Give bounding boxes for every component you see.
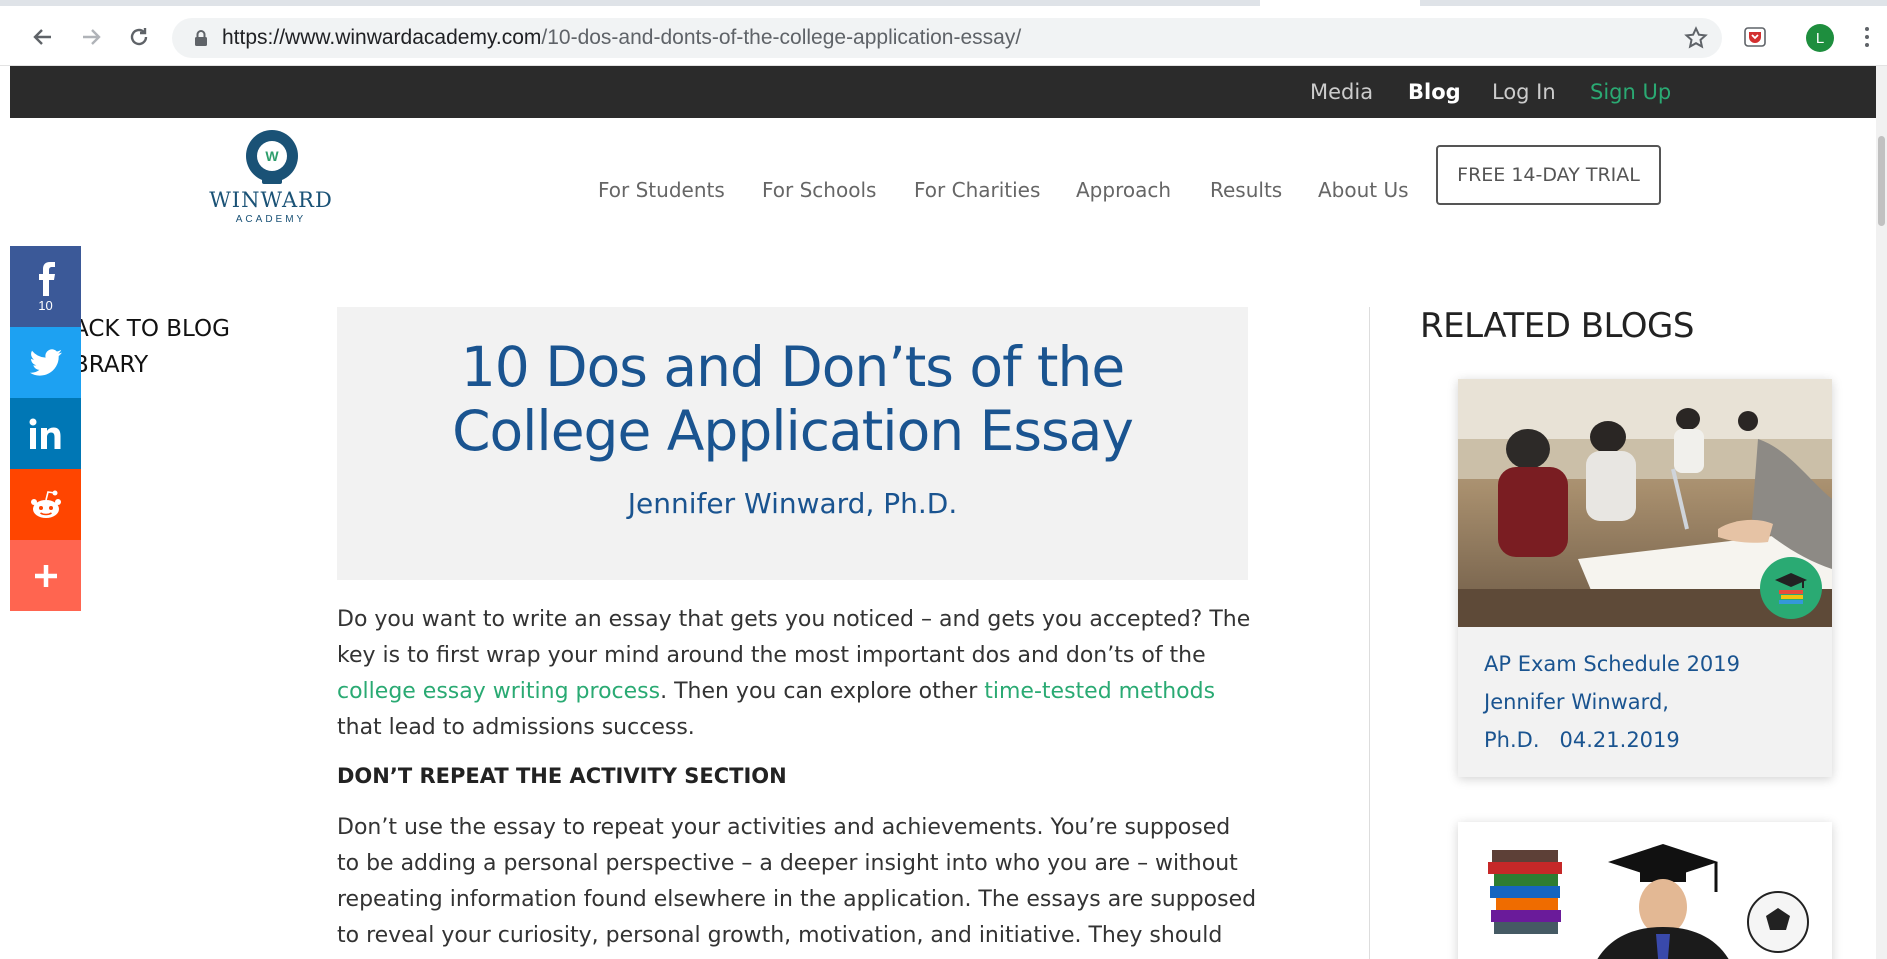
- nav-for-charities[interactable]: For Charities: [914, 178, 1040, 202]
- related-blog-title[interactable]: AP Exam Schedule 2019: [1484, 645, 1814, 683]
- college-essay-writing-process-link[interactable]: college essay writing process: [337, 679, 660, 704]
- nav-for-schools[interactable]: For Schools: [762, 178, 876, 202]
- reload-icon[interactable]: [124, 22, 154, 52]
- logo-sub: ACADEMY: [235, 214, 307, 225]
- facebook-share-count: 10: [38, 298, 53, 313]
- article-title-line1: 10 Dos and Don’ts of the: [460, 335, 1125, 399]
- nav-for-students[interactable]: For Students: [598, 178, 725, 202]
- facebook-icon: [38, 262, 55, 296]
- linkedin-icon: [29, 418, 60, 449]
- lightbulb-icon: W: [246, 130, 298, 182]
- related-blog-meta: AP Exam Schedule 2019 Jennifer Winward, …: [1484, 645, 1814, 759]
- back-to-blog-library-link[interactable]: ACK TO BLOG BRARY: [73, 311, 230, 383]
- related-blog-card[interactable]: AP Exam Schedule 2019 Jennifer Winward, …: [1458, 379, 1832, 777]
- intro-text-2: . Then you can explore other: [660, 679, 985, 704]
- twitter-share-button[interactable]: [10, 327, 81, 398]
- bookmark-star-icon[interactable]: [1684, 26, 1708, 55]
- page-viewport: Media Blog Log In Sign Up W WINWARD ACAD…: [10, 66, 1876, 959]
- url-path: /10-dos-and-donts-of-the-college-applica…: [541, 26, 1022, 49]
- forward-icon[interactable]: [76, 22, 106, 52]
- sidebar-divider: [1369, 307, 1370, 959]
- twitter-icon: [29, 348, 62, 376]
- utility-bar: Media Blog Log In Sign Up: [10, 66, 1876, 118]
- intro-paragraph: Do you want to write an essay that gets …: [337, 602, 1257, 746]
- nav-approach[interactable]: Approach: [1076, 178, 1171, 202]
- article-title-box: 10 Dos and Don’ts of the College Applica…: [337, 307, 1248, 580]
- topbar-link-media[interactable]: Media: [1310, 80, 1373, 104]
- related-blog-author-date: Ph.D. 04.21.2019: [1484, 721, 1814, 759]
- url-domain: https://www.winwardacademy.com: [222, 26, 542, 49]
- related-blog-date: 04.21.2019: [1559, 728, 1680, 752]
- browser-menu-icon[interactable]: [1862, 22, 1872, 52]
- section-heading: DON’T REPEAT THE ACTIVITY SECTION: [337, 764, 787, 788]
- reddit-share-button[interactable]: [10, 469, 81, 540]
- related-blog-author-suffix: Ph.D.: [1484, 728, 1540, 752]
- social-share-rail: 10: [10, 246, 81, 611]
- tab-strip: [0, 0, 1887, 6]
- topbar-link-signup[interactable]: Sign Up: [1590, 80, 1671, 104]
- linkedin-share-button[interactable]: [10, 398, 81, 469]
- nav-results[interactable]: Results: [1210, 178, 1282, 202]
- scrollbar-thumb[interactable]: [1878, 136, 1885, 226]
- article-title: 10 Dos and Don’ts of the College Applica…: [337, 335, 1248, 463]
- time-tested-methods-link[interactable]: time-tested methods: [984, 679, 1215, 704]
- free-trial-button[interactable]: FREE 14-DAY TRIAL: [1436, 145, 1661, 205]
- more-share-button[interactable]: [10, 540, 81, 611]
- section-paragraph: Don’t use the essay to repeat your activ…: [337, 815, 1257, 948]
- intro-text-1: Do you want to write an essay that gets …: [337, 607, 1251, 668]
- topbar-link-login[interactable]: Log In: [1492, 80, 1556, 104]
- browser-toolbar: https://www.winwardacademy.com/10-dos-an…: [0, 0, 1887, 66]
- intro-text-3: that lead to admissions success.: [337, 715, 695, 740]
- related-blog-author: Jennifer Winward,: [1484, 690, 1669, 714]
- related-blog-card[interactable]: [1458, 822, 1832, 959]
- winward-logo[interactable]: W WINWARD ACADEMY: [206, 130, 336, 230]
- back-link-line1: ACK TO BLOG: [73, 316, 230, 342]
- back-icon[interactable]: [28, 22, 58, 52]
- url-text: https://www.winwardacademy.com/10-dos-an…: [222, 26, 1021, 50]
- nav-about-us[interactable]: About Us: [1318, 178, 1409, 202]
- graduation-cap-badge-icon: [1760, 557, 1822, 619]
- profile-avatar[interactable]: L: [1806, 24, 1834, 52]
- logo-name: WINWARD: [209, 188, 333, 212]
- back-link-line2: BRARY: [73, 352, 149, 378]
- pocket-extension-icon[interactable]: [1740, 22, 1770, 52]
- article-author: Jennifer Winward, Ph.D.: [627, 487, 958, 520]
- exam-classroom-image: [1458, 379, 1832, 627]
- topbar-link-blog[interactable]: Blog: [1408, 80, 1461, 104]
- page-scrollbar[interactable]: [1876, 66, 1887, 959]
- address-bar[interactable]: https://www.winwardacademy.com/10-dos-an…: [172, 18, 1722, 58]
- plus-icon: [34, 564, 57, 587]
- article-title-line2: College Application Essay: [452, 399, 1134, 463]
- lock-icon: [190, 27, 212, 49]
- graduate-with-books-image: [1458, 822, 1832, 959]
- reddit-icon: [30, 490, 61, 518]
- facebook-share-button[interactable]: 10: [10, 246, 81, 327]
- article-body: Do you want to write an essay that gets …: [337, 602, 1257, 954]
- related-blogs-title: RELATED BLOGS: [1420, 306, 1694, 346]
